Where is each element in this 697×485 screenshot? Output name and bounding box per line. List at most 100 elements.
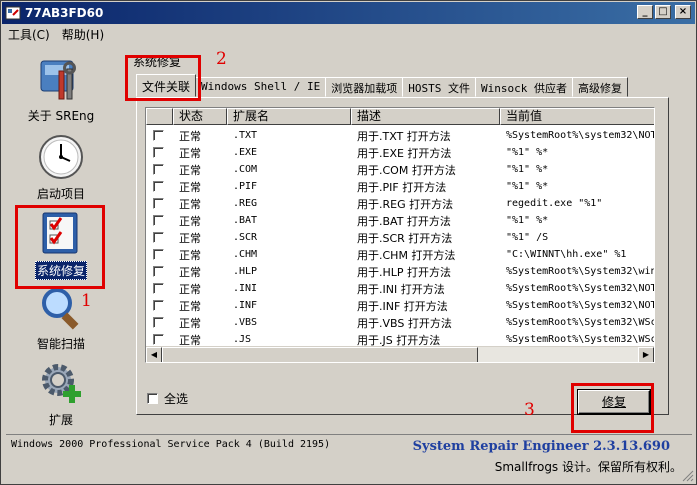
magnifier-icon [42,288,79,330]
row-status: 正常 [179,146,201,160]
sidebar-item-scan[interactable]: 智能扫描 [6,283,116,352]
association-list[interactable]: 状态 扩展名 描述 当前值 正常 .TXT 用于.TXT 打开方法 %SystemRo… [145,107,655,363]
row-checkbox[interactable] [153,266,164,277]
row-value: "%1" %* [506,215,549,226]
tools-icon [40,60,76,100]
scroll-left-icon[interactable]: ◀ [146,347,162,362]
row-value: %SystemRoot%\System32\win [506,266,655,277]
resize-grip-icon[interactable] [682,470,694,482]
row-description: 用于.REG 打开方法 [357,197,454,211]
table-row[interactable]: 正常 .HLP 用于.HLP 打开方法 %SystemRoot%\System32\w… [146,263,655,280]
gear-plus-icon [42,364,81,403]
row-extension: .SCR [233,232,258,243]
row-checkbox[interactable] [153,300,164,311]
sidebar-label-about: 关于 SREng [27,109,95,123]
title-bar[interactable]: 77AB3FD60 _ □ × [2,2,695,24]
row-cell-check [146,283,173,294]
tab-winsock[interactable]: Winsock 供应者 [474,77,573,97]
tab-file-association[interactable]: 文件关联 [136,74,197,97]
table-row[interactable]: 正常 .BAT 用于.BAT 打开方法 "%1" %* [146,212,654,229]
table-row[interactable]: 正常 .INI 用于.INI 打开方法 %SystemRoot%\System32\N… [146,280,654,297]
column-header-status[interactable]: 状态 [173,108,227,125]
annotation-label-3: 3 [524,400,535,420]
row-cell-check [146,164,173,175]
row-extension: .CHM [233,249,258,260]
row-value: "%1" %* [506,147,549,158]
row-value: "%1" %* [506,181,549,192]
row-cell-check [146,198,173,209]
annotation-box-3 [571,383,654,433]
column-header-desc[interactable]: 描述 [351,108,500,125]
clock-icon [39,135,83,179]
sidebar-label-startup: 启动项目 [36,187,85,201]
annotation-label-2: 2 [216,49,227,69]
row-checkbox[interactable] [153,198,164,209]
row-checkbox[interactable] [153,147,164,158]
row-description: 用于.SCR 打开方法 [357,231,453,245]
row-cell-check [146,266,173,277]
row-value: "%1" /S [506,232,549,243]
minimize-button[interactable]: _ [637,5,653,19]
row-checkbox[interactable] [153,334,164,345]
row-extension: .JS [233,334,252,345]
table-row[interactable]: 正常 .COM 用于.COM 打开方法 "%1" %* [146,161,654,178]
maximize-button[interactable]: □ [655,5,671,19]
tab-hosts[interactable]: HOSTS 文件 [402,77,476,97]
row-extension: .COM [233,164,258,175]
table-row[interactable]: 正常 .TXT 用于.TXT 打开方法 %SystemRoot%\system32\N… [146,127,654,144]
table-row[interactable]: 正常 .CHM 用于.CHM 打开方法 "C:\WINNT\hh.exe" %1 [146,246,654,263]
row-cell-check [146,147,173,158]
row-status: 正常 [179,231,201,245]
row-status: 正常 [179,129,201,143]
sidebar-item-about[interactable]: 关于 SREng [6,55,116,124]
close-button[interactable]: × [675,5,691,19]
row-cell-check [146,181,173,192]
row-status: 正常 [179,299,201,313]
row-checkbox[interactable] [153,249,164,260]
horizontal-scrollbar[interactable]: ◀ ▶ [146,346,654,362]
menu-tools[interactable]: 工具(C) [2,26,56,43]
row-value: %SystemRoot%\System32\WSc [506,317,655,328]
row-checkbox[interactable] [153,130,164,141]
tab-advanced-repair[interactable]: 高级修复 [571,77,628,97]
window-title: 77AB3FD60 [25,6,104,20]
select-all-checkbox[interactable] [147,393,158,404]
column-header-check[interactable] [146,108,173,125]
table-row[interactable]: 正常 .REG 用于.REG 打开方法 regedit.exe "%1" [146,195,654,212]
scroll-right-icon[interactable]: ▶ [638,347,654,362]
table-row[interactable]: 正常 .PIF 用于.PIF 打开方法 "%1" %* [146,178,654,195]
sidebar-item-extend[interactable]: 扩展 [6,359,116,428]
tab-windows-shell[interactable]: Windows Shell / IE [195,77,327,97]
column-header-value[interactable]: 当前值 [500,108,654,125]
sidebar-item-startup[interactable]: 启动项目 [6,133,116,202]
tab-browser-addons[interactable]: 浏览器加载项 [325,77,404,97]
row-checkbox[interactable] [153,232,164,243]
row-cell-check [146,317,173,328]
row-checkbox[interactable] [153,164,164,175]
row-value: %SystemRoot%\System32\NOT [506,300,655,311]
row-status: 正常 [179,248,201,262]
row-extension: .BAT [233,215,258,226]
table-row[interactable]: 正常 .VBS 用于.VBS 打开方法 %SystemRoot%\System32\W… [146,314,655,331]
row-cell-check [146,300,173,311]
menu-help[interactable]: 帮助(H) [56,26,110,43]
app-name: System Repair Engineer 2.3.13.690 [412,439,670,454]
table-row[interactable]: 正常 .SCR 用于.SCR 打开方法 "%1" /S [146,229,654,246]
select-all[interactable]: 全选 [147,390,188,407]
row-extension: .PIF [233,181,258,192]
table-row[interactable]: 正常 .INF 用于.INF 打开方法 %SystemRoot%\System32\N… [146,297,655,314]
row-cell-check [146,334,173,345]
row-checkbox[interactable] [153,181,164,192]
list-header: 状态 扩展名 描述 当前值 [146,108,654,125]
table-row[interactable]: 正常 .EXE 用于.EXE 打开方法 "%1" %* [146,144,654,161]
row-checkbox[interactable] [153,215,164,226]
row-checkbox[interactable] [153,283,164,294]
row-checkbox[interactable] [153,317,164,328]
row-value: "C:\WINNT\hh.exe" %1 [506,249,627,260]
scroll-thumb[interactable] [162,347,478,362]
row-description: 用于.COM 打开方法 [357,163,456,177]
row-cell-check [146,215,173,226]
row-description: 用于.EXE 打开方法 [357,146,452,160]
row-status: 正常 [179,214,201,228]
column-header-ext[interactable]: 扩展名 [227,108,351,125]
